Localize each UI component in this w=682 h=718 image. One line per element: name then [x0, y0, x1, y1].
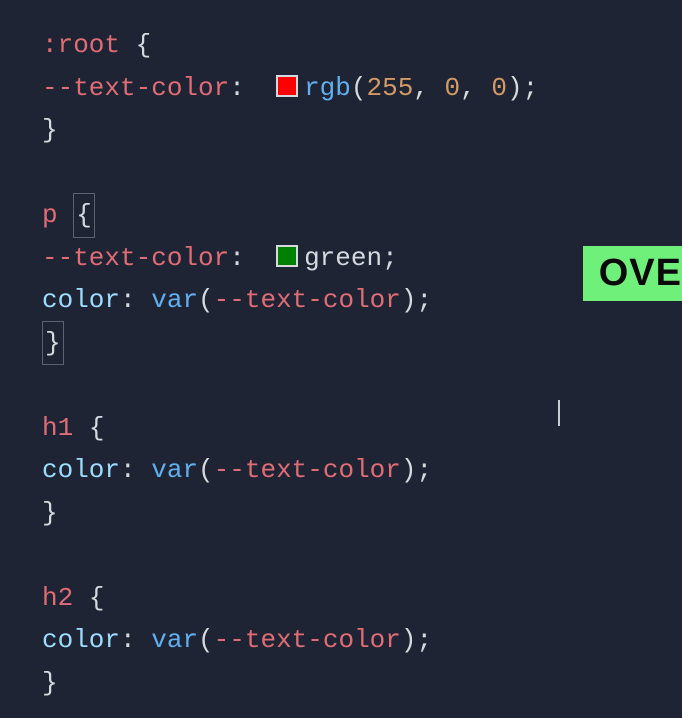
prop-color: color [42, 619, 120, 662]
blank-line [42, 364, 682, 407]
text-cursor [558, 400, 560, 426]
matched-close-brace: } [42, 321, 64, 366]
css-var-name: --text-color [42, 67, 229, 110]
code-line: :root { [42, 24, 682, 67]
code-line: } [42, 322, 682, 365]
selector-h1: h1 [42, 407, 73, 450]
selector-h2: h2 [42, 577, 73, 620]
blank-line [42, 534, 682, 577]
func-var: var [151, 619, 198, 662]
code-line: } [42, 492, 682, 535]
func-var: var [151, 449, 198, 492]
matched-open-brace: { [73, 193, 95, 238]
code-line: h2 { [42, 577, 682, 620]
color-swatch-red [276, 75, 298, 97]
func-var: var [151, 279, 198, 322]
open-brace [120, 24, 136, 67]
overlay-badge: OVE [583, 246, 682, 301]
code-line: color: var(--text-color); [42, 449, 682, 492]
code-line: } [42, 109, 682, 152]
color-swatch-green [276, 245, 298, 267]
selector-root: :root [42, 24, 120, 67]
blank-line [42, 152, 682, 195]
code-line: p { [42, 194, 682, 237]
prop-color: color [42, 449, 120, 492]
code-line: h1 { [42, 407, 682, 450]
code-editor[interactable]: :root { --text-color: rgb(255, 0, 0); } … [0, 0, 682, 704]
prop-color: color [42, 279, 120, 322]
code-line: } [42, 662, 682, 705]
code-line: --text-color: rgb(255, 0, 0); [42, 67, 682, 110]
close-brace: } [42, 109, 58, 152]
func-rgb: rgb [304, 67, 351, 110]
code-line: color: var(--text-color); [42, 619, 682, 662]
css-var-name: --text-color [42, 237, 229, 280]
selector-p: p [42, 194, 58, 237]
color-keyword-green: green [304, 237, 382, 280]
